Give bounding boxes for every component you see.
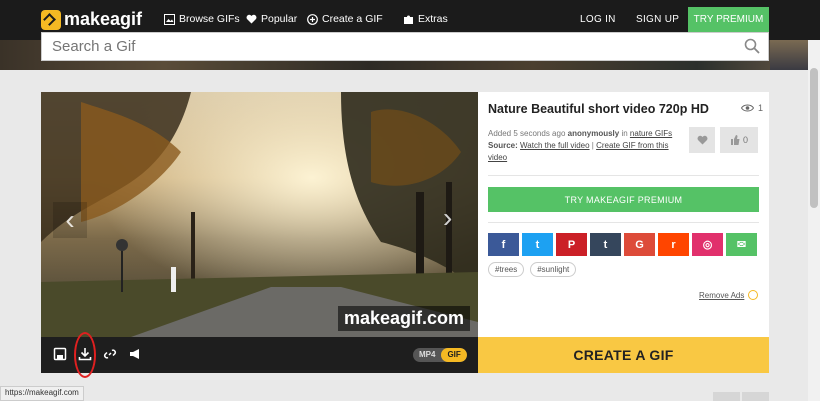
tag-trees[interactable]: #trees: [488, 262, 525, 277]
view-count-value: 1: [758, 103, 764, 113]
next-arrow[interactable]: ›: [443, 202, 452, 234]
pinterest-icon: P: [567, 238, 576, 251]
image-icon: [164, 13, 175, 25]
google-icon: G: [635, 238, 644, 251]
pagination-stub: [713, 392, 769, 401]
link-icon[interactable]: [103, 347, 117, 361]
format-mp4[interactable]: MP4: [413, 348, 441, 362]
try-makeagif-premium-button[interactable]: TRY MAKEAGIF PREMIUM: [488, 187, 759, 212]
watermark: makeagif.com: [337, 306, 470, 331]
email-icon: ✉: [736, 239, 747, 251]
search-icon[interactable]: [744, 38, 760, 54]
favorite-button[interactable]: [689, 127, 715, 153]
like-count: 0: [742, 135, 748, 145]
tag-list: #trees #sunlight: [488, 262, 577, 277]
scrollbar-thumb[interactable]: [810, 68, 818, 208]
gif-meta: Added 5 seconds ago anonymously in natur…: [488, 128, 678, 164]
tag-sunlight[interactable]: #sunlight: [530, 262, 577, 277]
remove-ads-label: Remove Ads: [699, 290, 745, 300]
instagram-icon: ◎: [702, 239, 713, 251]
logo-icon: [41, 9, 61, 30]
megaphone-icon[interactable]: [128, 347, 142, 361]
view-count: 1: [741, 103, 763, 113]
source-link[interactable]: Watch the full video: [520, 141, 590, 150]
share-pinterest[interactable]: P: [556, 233, 587, 256]
source-separator: |: [591, 141, 594, 150]
facebook-icon: f: [501, 238, 506, 251]
added-text: Added 5 seconds ago: [488, 129, 566, 138]
gif-title: Nature Beautiful short video 720p HD: [488, 102, 709, 116]
remove-ads-link[interactable]: Remove Ads: [699, 290, 759, 300]
like-button[interactable]: 0: [720, 127, 758, 153]
no-ads-icon: [748, 290, 759, 300]
try-premium-button[interactable]: TRY PREMIUM: [688, 7, 769, 32]
nav-extras-label: Extras: [418, 13, 448, 25]
save-icon[interactable]: [53, 347, 67, 361]
eye-icon: [741, 104, 754, 112]
heart-icon: [697, 135, 707, 145]
nav-extras[interactable]: Extras: [403, 13, 448, 25]
in-word: in: [621, 129, 628, 138]
format-toggle[interactable]: MP4 GIF: [413, 348, 467, 362]
tumblr-icon: t: [603, 238, 608, 251]
signup-link[interactable]: SIGN UP: [636, 14, 679, 25]
nav-browse-gifs-label: Browse GIFs: [179, 13, 240, 25]
search-input[interactable]: [42, 33, 768, 60]
share-instagram[interactable]: ◎: [692, 233, 723, 256]
source-label: Source:: [488, 141, 518, 150]
category-link[interactable]: nature GIFs: [630, 129, 672, 138]
create-gif-button[interactable]: CREATE A GIF: [478, 337, 769, 373]
format-gif[interactable]: GIF: [441, 348, 467, 362]
nav-create-gif-label: Create a GIF: [322, 13, 383, 25]
share-tumblr[interactable]: t: [590, 233, 621, 256]
plus-circle-icon: [307, 13, 318, 25]
puzzle-icon: [404, 15, 413, 24]
heart-icon: [246, 14, 257, 24]
nav-create-gif[interactable]: Create a GIF: [307, 13, 383, 25]
brand-name: makeagif: [64, 9, 143, 29]
login-link[interactable]: LOG IN: [580, 14, 616, 25]
share-reddit[interactable]: r: [658, 233, 689, 256]
share-google[interactable]: G: [624, 233, 655, 256]
prev-arrow[interactable]: ‹: [53, 202, 87, 238]
nav-popular[interactable]: Popular: [246, 13, 297, 25]
thumbs-up-icon: [730, 135, 740, 145]
divider: [488, 175, 759, 176]
brand-logo[interactable]: makeagif: [41, 9, 142, 30]
gif-toolbar: MP4 GIF: [41, 337, 478, 373]
added-by: anonymously: [567, 129, 620, 138]
share-buttons: f t P t G r ◎ ✉: [488, 233, 757, 256]
reddit-icon: r: [671, 238, 676, 251]
nav-popular-label: Popular: [261, 13, 298, 25]
nav-browse-gifs[interactable]: Browse GIFs: [164, 13, 240, 25]
divider: [488, 222, 759, 223]
share-email[interactable]: ✉: [726, 233, 757, 256]
search-box: [41, 32, 769, 61]
gif-preview[interactable]: ‹ › makeagif.com: [41, 92, 478, 337]
status-url: https://makeagif.com: [0, 386, 84, 401]
gif-card: ‹ › makeagif.com MP4 GIF Nature Beautifu…: [41, 92, 769, 378]
share-twitter[interactable]: t: [522, 233, 553, 256]
highlight-circle: [74, 332, 96, 378]
twitter-icon: t: [535, 238, 540, 251]
share-facebook[interactable]: f: [488, 233, 519, 256]
gif-scene: [41, 92, 478, 337]
